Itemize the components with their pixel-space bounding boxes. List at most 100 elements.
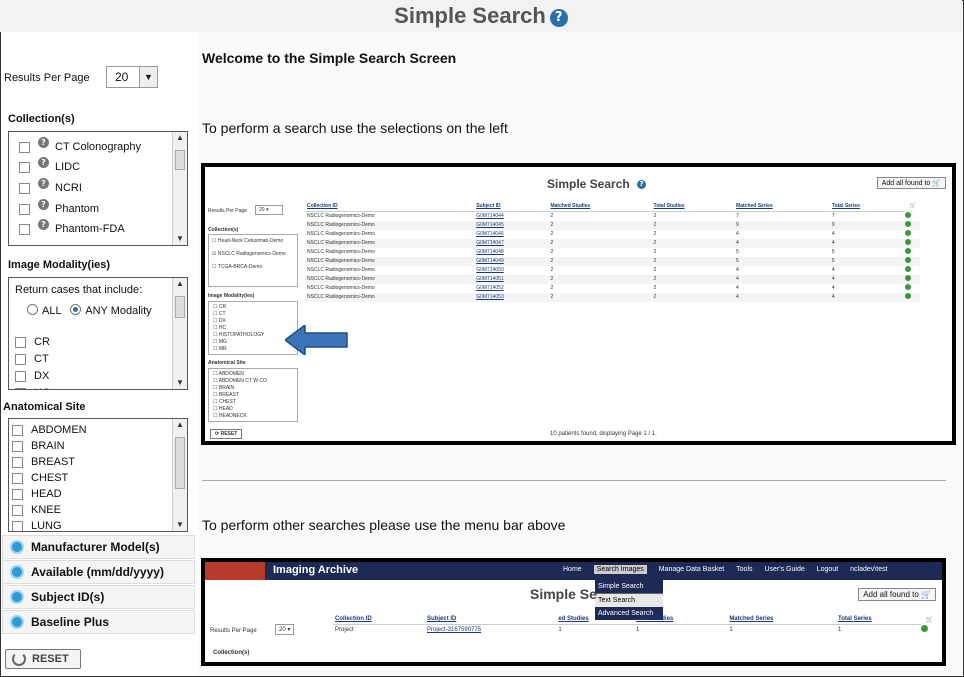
- scroll-thumb[interactable]: [175, 150, 185, 170]
- shot1-table-row: NSCLC Radiogenomics-Demo G0M714051 2 2 4 4: [305, 274, 920, 284]
- modality-heading: Image Modality(ies): [8, 259, 111, 271]
- shot2-col-header: Collection ID: [333, 614, 426, 625]
- accordion-available[interactable]: Available (mm/dd/yyyy): [2, 560, 195, 584]
- cart-icon: 🛒: [925, 616, 934, 623]
- instruction-text-2: To perform other searches please use the…: [202, 517, 566, 533]
- shot2-rpp: Results Per Page: [210, 628, 257, 634]
- anatomical-item[interactable]: CHEST: [12, 472, 68, 484]
- shot2-col-header: ed Studies: [556, 614, 635, 625]
- checkbox[interactable]: [19, 161, 30, 173]
- checkbox[interactable]: [15, 370, 26, 382]
- shot1-anat-box: ☐ ABDOMEN ☐ ABDOMEN CT W CO ☐ BRAIN ☐ BREAS…: [208, 368, 298, 422]
- scroll-down-icon: ▼: [176, 234, 184, 243]
- modality-item[interactable]: DX: [15, 370, 49, 382]
- checkbox[interactable]: [12, 504, 23, 516]
- add-icon: [905, 221, 912, 227]
- add-icon: [905, 257, 912, 263]
- add-icon: [905, 212, 912, 218]
- anatomical-item[interactable]: HEAD: [12, 488, 62, 500]
- add-icon: [905, 230, 912, 236]
- shot1-table-row: NSCLC Radiogenomics-Demo G0M714048 2 2 5 5: [305, 247, 920, 257]
- checkbox[interactable]: [12, 424, 23, 436]
- checkbox[interactable]: [12, 520, 23, 531]
- page-title-bar: Simple Search?: [0, 0, 962, 32]
- shot2-menu-item: Home: [563, 566, 582, 573]
- question-circle-icon[interactable]: ?: [549, 9, 568, 27]
- shot1-title: Simple Search ?: [547, 177, 647, 191]
- shot2-menu-item: Logout: [816, 566, 839, 573]
- arrow-pointer: [285, 325, 348, 355]
- instruction-text-1: To perform a search use the selections o…: [202, 120, 508, 136]
- question-icon[interactable]: ?: [38, 198, 49, 210]
- shot1-collections-label: Collection(s): [208, 227, 239, 233]
- anatomical-item[interactable]: BREAST: [12, 456, 75, 468]
- anatomical-scrollbar[interactable]: ▲ ▼: [172, 419, 187, 531]
- shot2-menu: Home Search Images Manage Data Basket Tools…: [563, 565, 900, 574]
- checkbox[interactable]: [15, 336, 26, 348]
- sidebar: Results Per Page 20 ▼ Collection(s) ? CT …: [1, 32, 196, 676]
- question-icon[interactable]: ?: [38, 136, 49, 148]
- shot2-menu-item: Manage Data Basket: [658, 566, 725, 573]
- shot1-modality-label: Image Modality(ies): [208, 293, 255, 299]
- checkbox[interactable]: [19, 223, 30, 235]
- accordion-baseline[interactable]: Baseline Plus: [2, 610, 195, 634]
- add-icon: [905, 239, 912, 245]
- anatomical-item[interactable]: BRAIN: [12, 440, 65, 452]
- radio-any[interactable]: [70, 304, 82, 315]
- modality-item[interactable]: CT: [15, 353, 49, 365]
- welcome-heading: Welcome to the Simple Search Screen: [202, 50, 457, 66]
- modality-match-options[interactable]: ALL ANY Modality: [27, 304, 152, 317]
- shot2-col-header: Total Studies: [634, 614, 728, 625]
- shot1-anat-label: Anatomical Site: [208, 360, 246, 366]
- expand-icon: [10, 565, 24, 579]
- shot1-col-header: Collection ID: [305, 201, 475, 212]
- checkbox[interactable]: [19, 141, 30, 153]
- anatomical-item[interactable]: ABDOMEN: [12, 424, 87, 436]
- modality-item[interactable]: CR: [15, 336, 50, 348]
- accordion-manufacturer[interactable]: Manufacturer Model(s): [2, 535, 195, 559]
- accordion-subject-id[interactable]: Subject ID(s): [2, 585, 195, 609]
- checkbox[interactable]: [12, 440, 23, 452]
- radio-all[interactable]: [27, 304, 38, 315]
- collection-item[interactable]: ? LIDC: [19, 156, 80, 173]
- shot2-menubar: Imaging Archive Home Search Images Manage …: [205, 562, 942, 580]
- modality-list[interactable]: Return cases that include: ALL ANY Modal…: [8, 277, 188, 390]
- collections-scrollbar[interactable]: ▲ ▼: [172, 132, 187, 245]
- checkbox[interactable]: [12, 488, 23, 500]
- anatomical-item[interactable]: KNEE: [12, 504, 61, 516]
- shot1-table-row: NSCLC Radiogenomics-Demo G0M714045 2 2 9 9: [305, 220, 920, 230]
- shot1-rpp-select: 20 ▾: [255, 205, 283, 215]
- collections-list[interactable]: ? CT Colonography ? LIDC ? NCRI ? Phantom ? P…: [8, 131, 188, 246]
- results-per-page-select[interactable]: 20 ▼: [106, 66, 158, 88]
- collection-item[interactable]: ? Phantom-FDA: [19, 218, 125, 235]
- modality-item[interactable]: HC: [15, 387, 50, 389]
- checkbox[interactable]: [15, 387, 26, 389]
- checkbox[interactable]: [12, 456, 23, 468]
- collection-item[interactable]: ? CT Colonography: [19, 136, 141, 153]
- divider: [202, 480, 946, 481]
- shot2-collections-label: Collection(s): [213, 650, 250, 656]
- shot2-menu-item: User's Guide: [764, 566, 805, 573]
- collection-item[interactable]: ? Phantom: [19, 198, 99, 215]
- modality-scrollbar[interactable]: ▲ ▼: [172, 278, 187, 389]
- add-icon: [905, 248, 912, 254]
- anatomical-list[interactable]: ABDOMEN BRAIN BREAST CHEST HEAD KNEE LUN…: [8, 418, 188, 532]
- shot2-col-header: Total Series: [836, 614, 922, 625]
- question-icon[interactable]: ?: [38, 156, 49, 168]
- add-icon: [905, 284, 912, 290]
- question-icon[interactable]: ?: [38, 218, 49, 230]
- reset-button[interactable]: RESET: [5, 649, 81, 669]
- anatomical-item[interactable]: LUNG: [12, 520, 62, 531]
- checkbox[interactable]: [15, 353, 26, 365]
- checkbox[interactable]: [12, 472, 23, 484]
- checkbox[interactable]: [19, 203, 30, 215]
- chevron-down-icon[interactable]: ▼: [139, 67, 157, 87]
- shot1-table-row: NSCLC Radiogenomics-Demo G0M714050 2 2 4 4: [305, 265, 920, 275]
- checkbox[interactable]: [19, 182, 30, 194]
- expand-icon: [10, 615, 24, 629]
- collection-item[interactable]: ? NCRI: [19, 177, 82, 194]
- shot2-results-table: Collection ID Subject ID ed Studies Total S…: [333, 614, 938, 635]
- shot2-col-header: Subject ID: [425, 614, 557, 625]
- expand-icon: [10, 590, 24, 604]
- question-icon[interactable]: ?: [38, 177, 49, 189]
